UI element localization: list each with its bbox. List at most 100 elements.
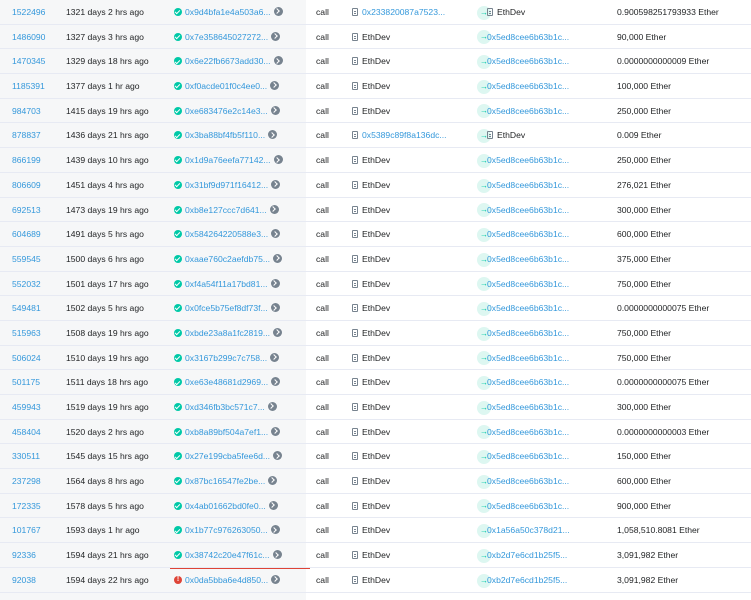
block-link[interactable]: 506024 [12, 346, 72, 370]
block-link[interactable]: 1185391 [12, 74, 72, 98]
block-link[interactable]: 459943 [12, 395, 72, 419]
txn-hash-link[interactable]: 0x584264220588e3... [185, 229, 268, 239]
block-link[interactable]: 552032 [12, 272, 72, 296]
to-address[interactable]: 0x1a56a50c378d21... [487, 518, 607, 542]
txn-hash-link[interactable]: 0x6e22fb6673add30... [185, 56, 271, 66]
view-transaction-icon[interactable] [270, 105, 280, 115]
block-link[interactable]: 1486090 [12, 25, 72, 49]
to-label[interactable]: 0x5ed8cee6b63b1c... [487, 476, 569, 486]
view-transaction-icon[interactable] [273, 451, 283, 461]
view-transaction-icon[interactable] [271, 229, 281, 239]
txn-hash-link[interactable]: 0x0fce5b75ef8df73f... [185, 303, 268, 313]
txn-hash-link[interactable]: 0xb8a89bf504a7ef1... [185, 427, 268, 437]
view-transaction-icon[interactable] [273, 155, 283, 165]
block-link[interactable]: 604689 [12, 222, 72, 246]
from-address[interactable]: 0x233820087a7523... [352, 0, 472, 24]
block-link[interactable]: 878837 [12, 123, 72, 147]
block-link[interactable]: 92336 [12, 543, 72, 567]
to-label[interactable]: 0x1a56a50c378d21... [487, 525, 570, 535]
view-transaction-icon[interactable] [270, 81, 280, 91]
to-label[interactable]: 0x5ed8cee6b63b1c... [487, 279, 569, 289]
from-label[interactable]: 0x233820087a7523... [362, 7, 445, 17]
txn-hash-link[interactable]: 0xaae760c2aefdb75... [185, 254, 270, 264]
txn-hash-link[interactable]: 0x31bf9d971f16412... [185, 180, 268, 190]
to-label[interactable]: 0x5ed8cee6b63b1c... [487, 353, 569, 363]
to-label[interactable]: 0x5ed8cee6b63b1c... [487, 303, 569, 313]
txn-hash-link[interactable]: 0x87bc16547fe2be... [185, 476, 265, 486]
to-label[interactable]: 0x5ed8cee6b63b1c... [487, 106, 569, 116]
view-transaction-icon[interactable] [273, 327, 283, 337]
txn-hash-link[interactable]: 0xb8e127ccc7d641... [185, 205, 267, 215]
block-link[interactable]: 1522496 [12, 0, 72, 24]
to-address[interactable]: 0x5ed8cee6b63b1c... [487, 420, 607, 444]
to-address[interactable]: 0x5ed8cee6b63b1c... [487, 222, 607, 246]
to-label[interactable]: 0xb2d7e6cd1b25f5... [487, 550, 567, 560]
to-label[interactable]: 0x5ed8cee6b63b1c... [487, 155, 569, 165]
view-transaction-icon[interactable] [270, 525, 280, 535]
txn-hash-link[interactable]: 0x1d9a76eefa77142... [185, 155, 271, 165]
txn-hash-link[interactable]: 0xf0acde01f0c4ee0... [185, 81, 267, 91]
to-address[interactable]: 0x5ed8cee6b63b1c... [487, 148, 607, 172]
view-transaction-icon[interactable] [273, 7, 283, 16]
to-address[interactable]: 0x5ed8cee6b63b1c... [487, 494, 607, 518]
block-link[interactable]: 1470345 [12, 49, 72, 73]
block-link[interactable]: 866199 [12, 148, 72, 172]
to-address[interactable]: 0x5ed8cee6b63b1c... [487, 346, 607, 370]
block-link[interactable]: 237298 [12, 469, 72, 493]
block-link[interactable]: 515963 [12, 321, 72, 345]
to-address[interactable]: 0x5ed8cee6b63b1c... [487, 173, 607, 197]
txn-hash-link[interactable]: 0x4ab01662bd0fe0... [185, 501, 266, 511]
to-address[interactable]: 0x5ed8cee6b63b1c... [487, 99, 607, 123]
to-label[interactable]: 0x5ed8cee6b63b1c... [487, 229, 569, 239]
block-link[interactable]: 501175 [12, 370, 72, 394]
block-link[interactable]: 559545 [12, 247, 72, 271]
view-transaction-icon[interactable] [272, 550, 282, 560]
to-address[interactable]: 0x5ed8cee6b63b1c... [487, 49, 607, 73]
to-address[interactable]: 0x5ed8cee6b63b1c... [487, 25, 607, 49]
txn-hash-link[interactable]: 0x27e199cba5fee6d... [185, 451, 270, 461]
to-label[interactable]: 0x5ed8cee6b63b1c... [487, 81, 569, 91]
to-label[interactable]: 0x5ed8cee6b63b1c... [487, 377, 569, 387]
view-transaction-icon[interactable] [271, 179, 281, 189]
to-label[interactable]: 0x5ed8cee6b63b1c... [487, 32, 569, 42]
to-label[interactable]: 0xb2d7e6cd1b25f5... [487, 575, 567, 585]
view-transaction-icon[interactable] [271, 574, 281, 584]
block-link[interactable]: 806609 [12, 173, 72, 197]
view-transaction-icon[interactable] [270, 303, 280, 313]
txn-hash-link[interactable]: 0xe63e48681d2969... [185, 377, 268, 387]
to-label[interactable]: 0x5ed8cee6b63b1c... [487, 501, 569, 511]
view-transaction-icon[interactable] [271, 426, 281, 436]
to-address[interactable]: 0x5ed8cee6b63b1c... [487, 74, 607, 98]
txn-hash-link[interactable]: 0xe683476e2c14e3... [185, 106, 268, 116]
view-transaction-icon[interactable] [269, 204, 279, 214]
to-label[interactable]: 0x5ed8cee6b63b1c... [487, 254, 569, 264]
txn-hash-link[interactable]: 0x38742c20e47f61c... [185, 550, 270, 560]
to-address[interactable]: 0x5ed8cee6b63b1c... [487, 296, 607, 320]
view-transaction-icon[interactable] [270, 352, 280, 362]
view-transaction-icon[interactable] [270, 278, 280, 288]
block-link[interactable]: 458404 [12, 420, 72, 444]
to-address[interactable]: 0xb2d7e6cd1b25f5... [487, 543, 607, 567]
view-transaction-icon[interactable] [267, 402, 277, 411]
to-address[interactable]: 0x5ed8cee6b63b1c... [487, 370, 607, 394]
to-label[interactable]: 0x5ed8cee6b63b1c... [487, 451, 569, 461]
block-link[interactable]: 692513 [12, 198, 72, 222]
to-address[interactable]: 0x5ed8cee6b63b1c... [487, 395, 607, 419]
view-transaction-icon[interactable] [273, 253, 283, 263]
to-address[interactable]: 0x5ed8cee6b63b1c... [487, 247, 607, 271]
to-address[interactable]: 0x5ed8cee6b63b1c... [487, 272, 607, 296]
to-label[interactable]: 0x5ed8cee6b63b1c... [487, 427, 569, 437]
txn-hash-link[interactable]: 0x0da5bba6e4d850... [185, 575, 268, 585]
to-address[interactable]: 0xb2d7e6cd1b25f5... [487, 568, 607, 592]
block-link[interactable]: 172335 [12, 494, 72, 518]
block-link[interactable]: 549481 [12, 296, 72, 320]
txn-hash-link[interactable]: 0xbde23a8a1fc2819... [185, 328, 270, 338]
txn-hash-link[interactable]: 0xf4a54f11a17bd81... [185, 279, 268, 289]
to-label[interactable]: 0x5ed8cee6b63b1c... [487, 328, 569, 338]
from-address[interactable]: 0x5389c89f8a136dc... [352, 123, 472, 147]
txn-hash-link[interactable]: 0x7e358645027272... [185, 32, 268, 42]
to-label[interactable]: 0x5ed8cee6b63b1c... [487, 180, 569, 190]
to-label[interactable]: 0x5ed8cee6b63b1c... [487, 56, 569, 66]
block-link[interactable]: 984703 [12, 99, 72, 123]
view-transaction-icon[interactable] [268, 130, 278, 140]
